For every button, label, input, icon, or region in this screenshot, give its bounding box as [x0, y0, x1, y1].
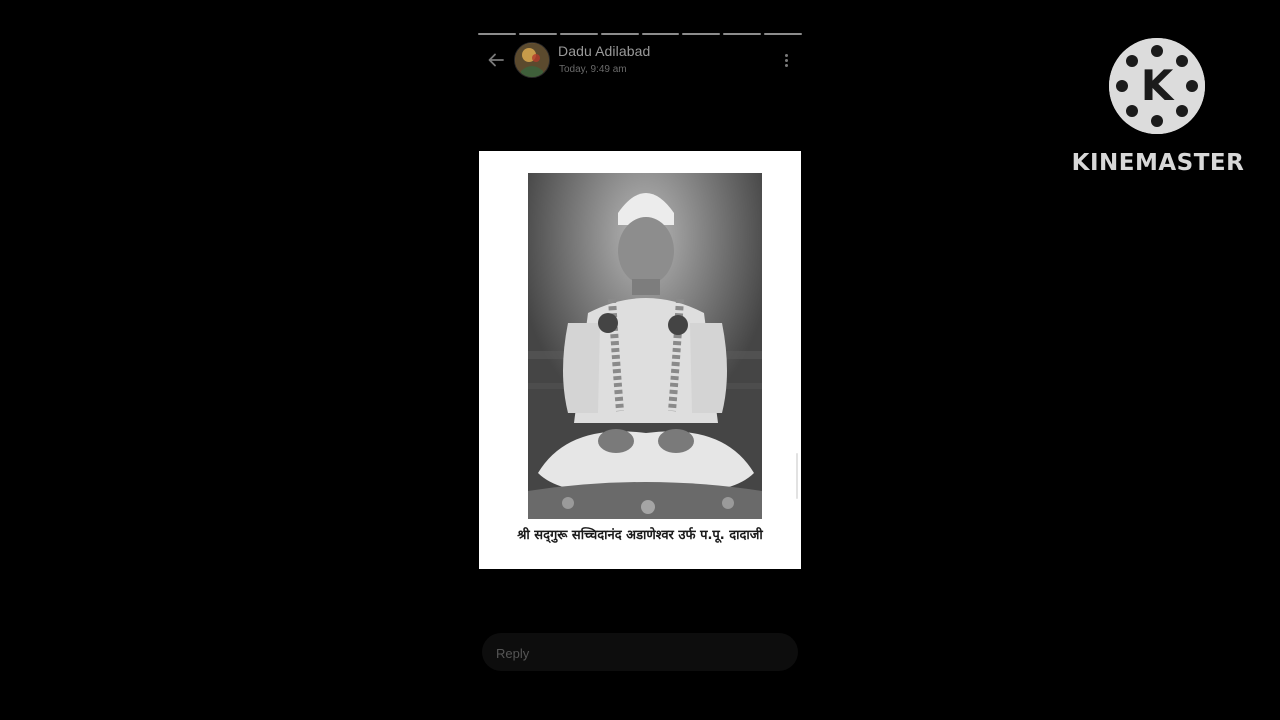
- kinemaster-logo: K: [1109, 38, 1205, 134]
- film-reel-icon: K: [1109, 38, 1205, 134]
- progress-segment: [723, 33, 762, 35]
- progress-segment: [559, 33, 598, 35]
- arrow-left-icon: [488, 53, 504, 67]
- portrait-photo: [528, 173, 762, 519]
- more-vertical-icon-dot: [784, 58, 788, 62]
- kinemaster-wordmark: KINEMASTER: [1071, 150, 1245, 176]
- progress-segment: [641, 33, 680, 35]
- status-media[interactable]: श्री सद्‌गुरू सच्चिदानंद अडाणेश्वर उर्फ …: [479, 151, 801, 569]
- reply-field[interactable]: [482, 633, 798, 673]
- seated-figure-illustration: [528, 173, 762, 519]
- photo-caption: श्री सद्‌गुरू सच्चिदानंद अडाणेश्वर उर्फ …: [517, 528, 763, 543]
- more-options-button[interactable]: [776, 48, 796, 72]
- avatar-image: [515, 43, 549, 77]
- more-vertical-icon-dot: [784, 63, 788, 67]
- progress-segment: [764, 33, 802, 35]
- status-timestamp: Today, 9:49 am: [559, 64, 627, 75]
- scroll-indicator: [796, 453, 798, 499]
- progress-segment: [682, 33, 721, 35]
- progress-segment: [478, 33, 516, 35]
- kinemaster-watermark: K KINEMASTER: [1070, 38, 1246, 178]
- logo-letter: K: [1141, 61, 1175, 110]
- status-progress-bar: [478, 33, 802, 35]
- progress-segment: [600, 33, 639, 35]
- reply-input[interactable]: [494, 633, 788, 673]
- status-header: Dadu Adilabad Today, 9:49 am: [478, 40, 802, 80]
- more-vertical-icon: [784, 53, 788, 57]
- progress-segment: [518, 33, 557, 35]
- back-button[interactable]: [484, 48, 508, 72]
- contact-name[interactable]: Dadu Adilabad: [558, 43, 650, 59]
- contact-avatar[interactable]: [514, 42, 550, 78]
